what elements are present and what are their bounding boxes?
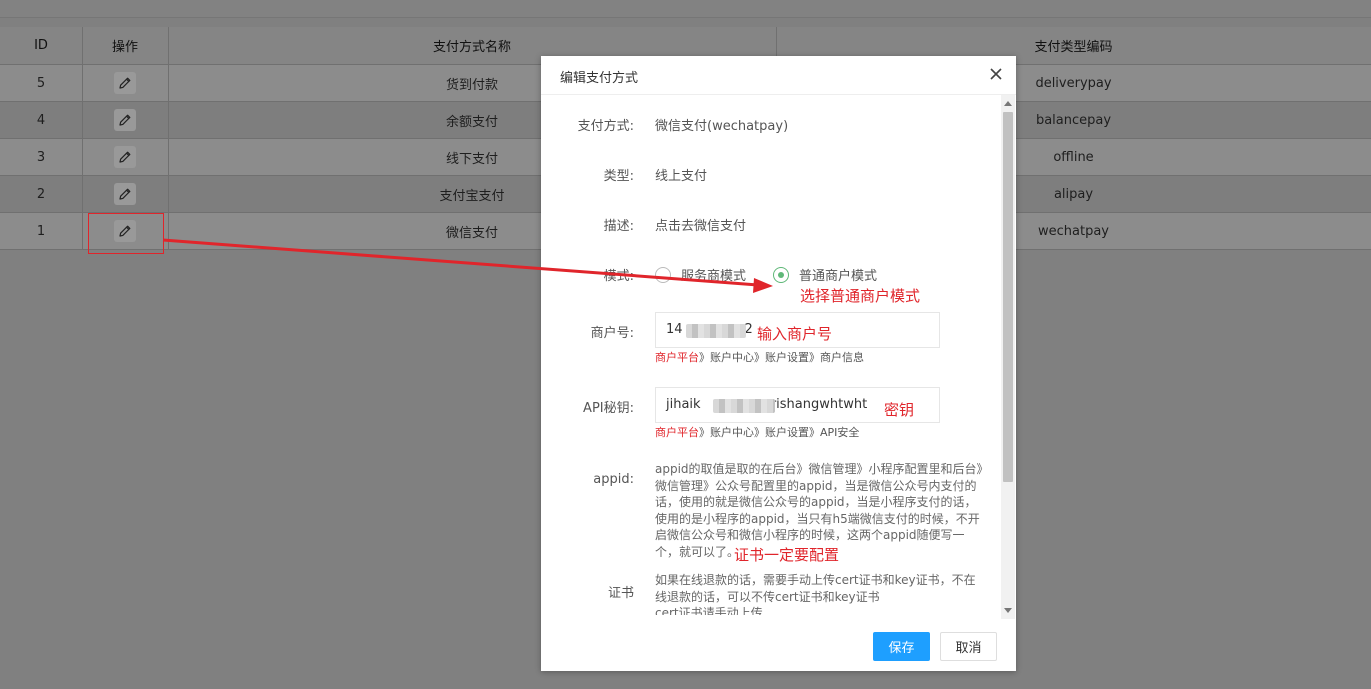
certificate-label: 证书 xyxy=(607,586,634,601)
redacted-mask xyxy=(686,324,746,338)
row-id: 4 xyxy=(0,102,83,138)
row-actions xyxy=(82,139,169,175)
annotation-key: 密钥 xyxy=(884,401,915,419)
merchant-platform-link[interactable]: 商户平台 xyxy=(655,351,699,364)
appid-label: appid: xyxy=(593,472,634,487)
edit-button[interactable] xyxy=(114,183,136,205)
save-button[interactable]: 保存 xyxy=(873,632,930,661)
row-id: 5 xyxy=(0,65,83,101)
api-key-value-start: jihaik xyxy=(666,397,701,412)
type-label: 类型: xyxy=(603,169,634,184)
mode-label: 模式: xyxy=(603,269,634,284)
edit-button[interactable] xyxy=(114,72,136,94)
annotation-highlight-box xyxy=(88,213,164,254)
row-id: 1 xyxy=(0,213,83,249)
merchant-hint-path: 》账户中心》账户设置》商户信息 xyxy=(699,351,864,364)
description-label: 描述: xyxy=(603,219,634,234)
annotation-select-mode: 选择普通商户模式 xyxy=(800,287,921,305)
column-header-id: ID xyxy=(0,27,83,64)
certificate-description: 如果在线退款的话，需要手动上传cert证书和key证书，不在线退款的话，可以不传… xyxy=(655,572,987,615)
merchant-id-hint: 商户平台》账户中心》账户设置》商户信息 xyxy=(655,349,864,365)
dialog-scrollbar[interactable] xyxy=(1001,95,1015,619)
top-bar xyxy=(0,0,1371,18)
radio-circle-selected xyxy=(773,266,789,283)
merchant-id-value-start: 14 xyxy=(666,322,683,337)
row-id: 2 xyxy=(0,176,83,212)
annotation-merchant-id: 输入商户号 xyxy=(757,325,833,343)
merchant-platform-link[interactable]: 商户平台 xyxy=(655,426,699,439)
api-key-label: API秘钥: xyxy=(583,401,634,416)
row-actions xyxy=(82,65,169,101)
scrollbar-thumb[interactable] xyxy=(1003,112,1013,482)
certificate-upload-note: cert证书请手动上传 xyxy=(655,606,763,615)
payment-method-label: 支付方式: xyxy=(577,119,634,134)
pencil-icon xyxy=(119,188,131,200)
scroll-down-icon[interactable] xyxy=(1004,608,1012,613)
type-value: 线上支付 xyxy=(655,169,708,184)
dialog-title: 编辑支付方式 xyxy=(560,71,639,86)
description-value: 点击去微信支付 xyxy=(655,219,747,234)
pencil-icon xyxy=(119,114,131,126)
row-id: 3 xyxy=(0,139,83,175)
payment-method-value: 微信支付(wechatpay) xyxy=(655,119,789,134)
pencil-icon xyxy=(119,77,131,89)
dialog-header: 编辑支付方式 xyxy=(541,56,1016,95)
radio-normal-merchant-mode[interactable]: 普通商户模式 xyxy=(773,265,877,284)
edit-button[interactable] xyxy=(114,109,136,131)
api-key-hint: 商户平台》账户中心》账户设置》API安全 xyxy=(655,424,859,440)
row-actions xyxy=(82,102,169,138)
certificate-text: 如果在线退款的话，需要手动上传cert证书和key证书，不在线退款的话，可以不传… xyxy=(655,573,976,604)
cancel-button[interactable]: 取消 xyxy=(940,632,997,661)
edit-payment-dialog: 编辑支付方式 支付方式: 微信支付(wechatpay) 类型: 线上支付 描述… xyxy=(541,56,1016,671)
scroll-up-icon[interactable] xyxy=(1004,101,1012,106)
close-icon xyxy=(990,68,1002,80)
annotation-certificate: 证书一定要配置 xyxy=(734,546,840,564)
dialog-body: 支付方式: 微信支付(wechatpay) 类型: 线上支付 描述: 点击去微信… xyxy=(541,95,1001,615)
edit-button[interactable] xyxy=(114,146,136,168)
radio-service-provider-mode[interactable]: 服务商模式 xyxy=(655,265,746,284)
row-actions xyxy=(82,176,169,212)
close-button[interactable] xyxy=(990,65,1002,85)
redacted-mask xyxy=(713,399,775,413)
column-header-actions: 操作 xyxy=(82,27,169,64)
pencil-icon xyxy=(119,151,131,163)
api-key-value-end: grishangwhtwht xyxy=(762,397,868,412)
merchant-id-label: 商户号: xyxy=(590,326,634,341)
api-key-hint-path: 》账户中心》账户设置》API安全 xyxy=(699,426,860,439)
radio-label: 普通商户模式 xyxy=(799,269,878,284)
radio-circle xyxy=(655,266,671,283)
dialog-footer: 保存 取消 xyxy=(541,619,1016,671)
radio-label: 服务商模式 xyxy=(681,269,747,284)
